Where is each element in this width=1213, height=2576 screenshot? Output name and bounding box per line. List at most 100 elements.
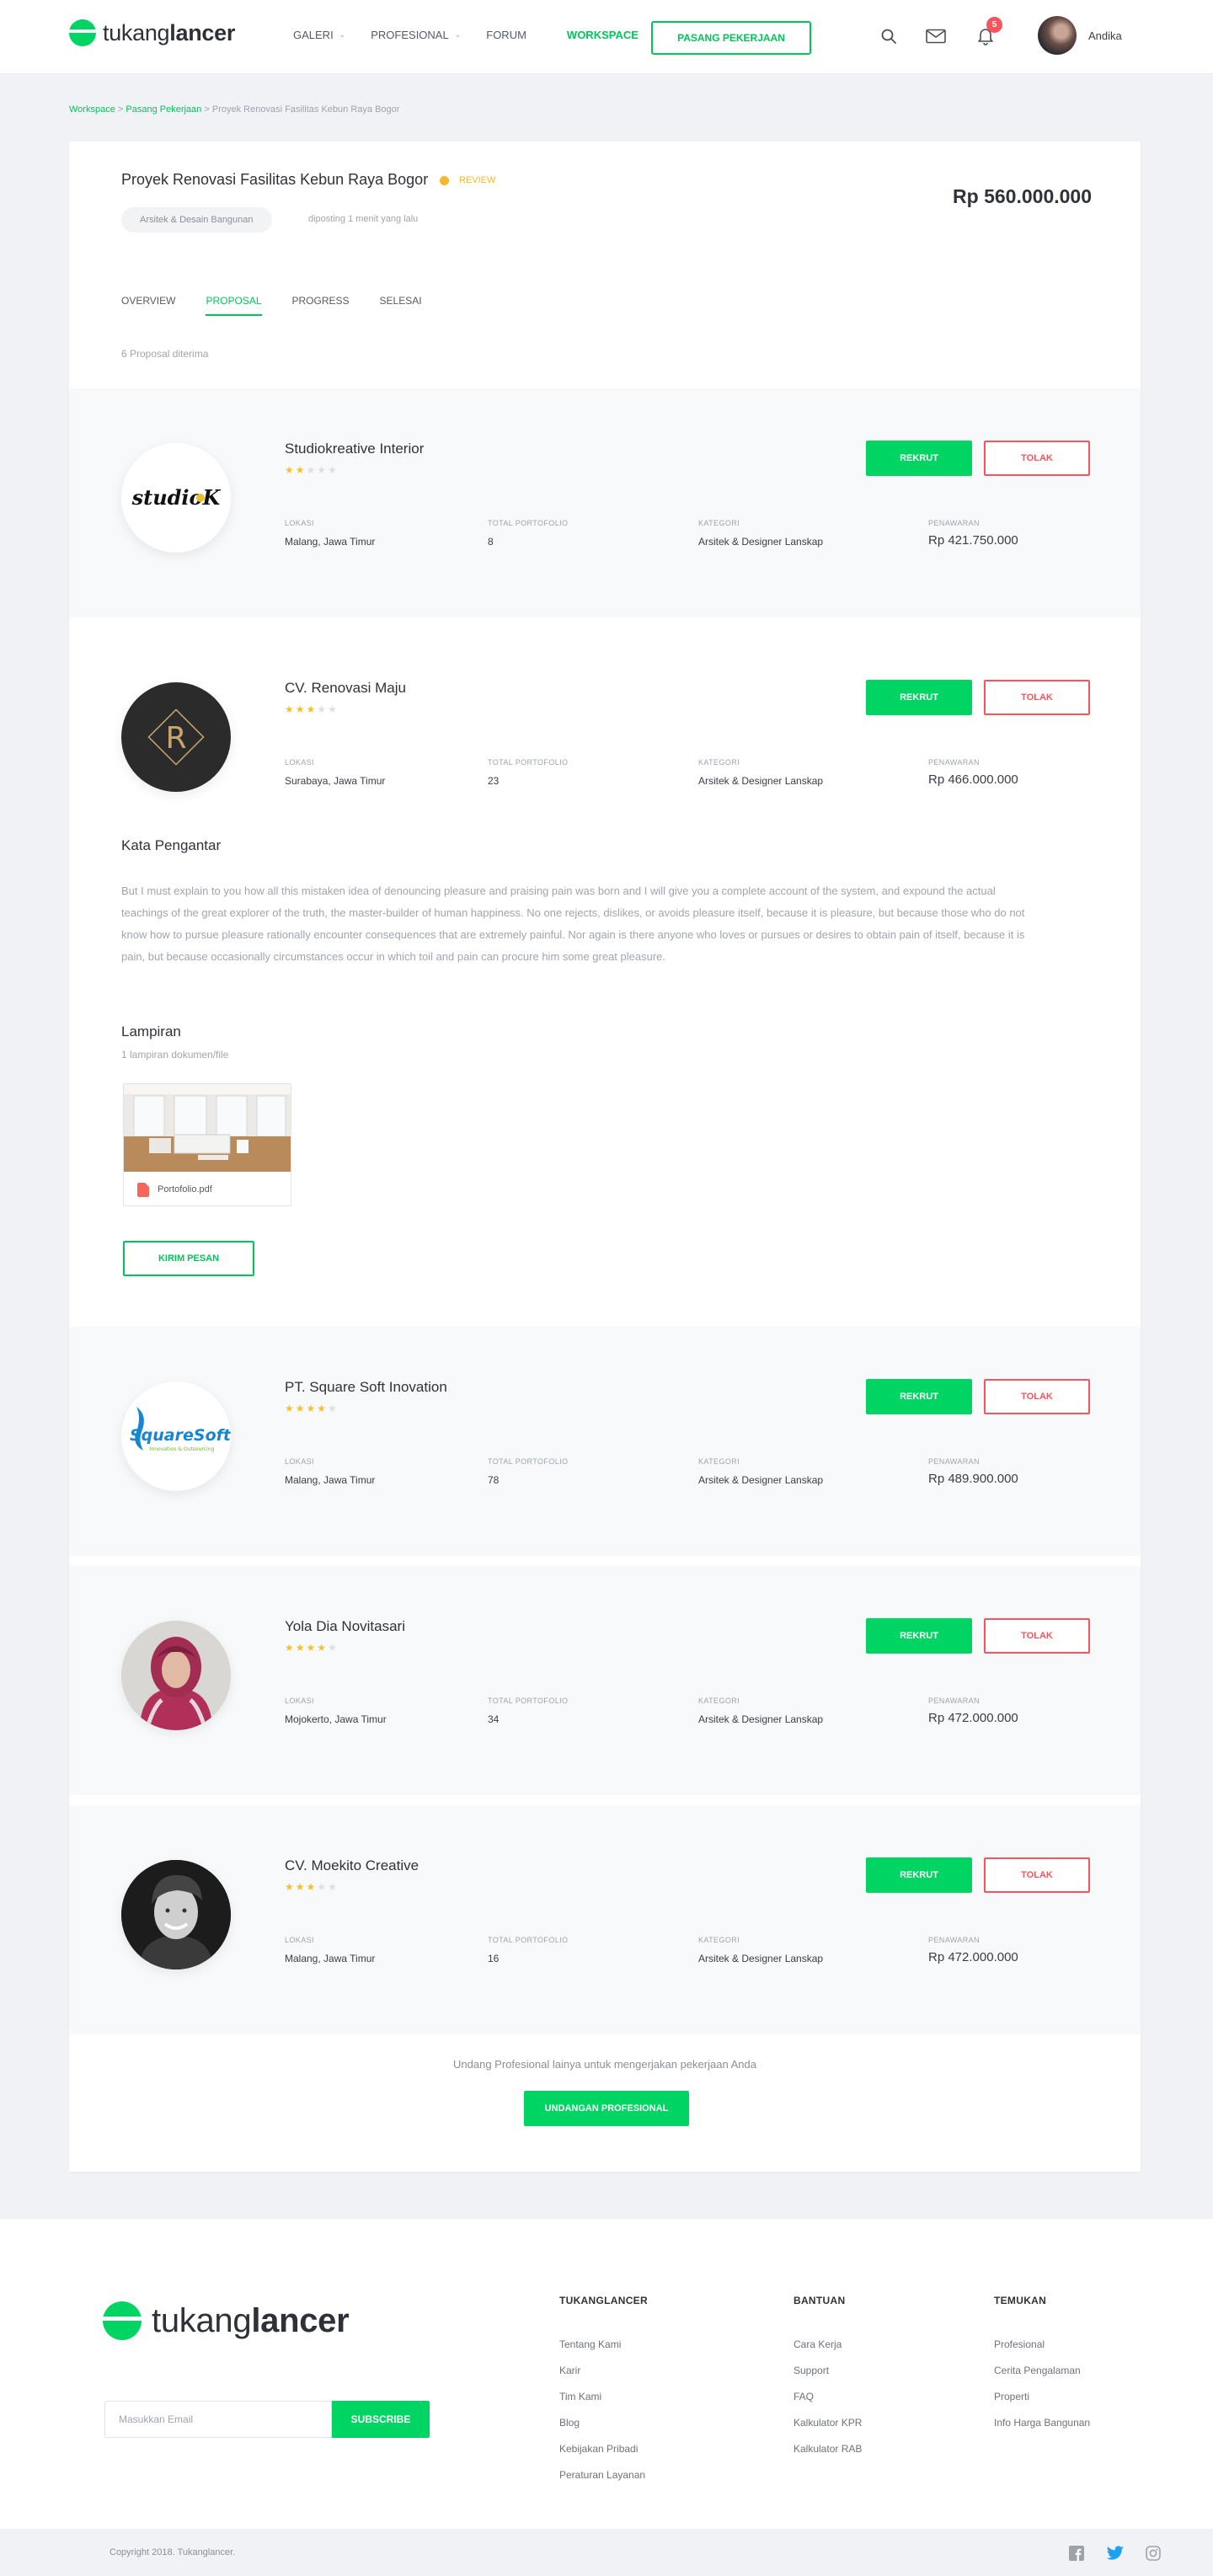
nav-forum[interactable]: FORUM [486, 29, 526, 41]
user-name[interactable]: Andika [1088, 29, 1122, 42]
attachment-count: 1 lampiran dokumen/file [121, 1049, 229, 1061]
proposal-name[interactable]: Studiokreative Interior [285, 441, 424, 457]
footer-column-title: BANTUAN [794, 2295, 846, 2306]
newsletter-email-input[interactable] [104, 2401, 332, 2438]
recruit-button[interactable]: REKRUT [866, 441, 972, 476]
tab-overview[interactable]: OVERVIEW [121, 295, 175, 316]
breadcrumb: Workspace > Pasang Pekerjaan > Proyek Re… [69, 104, 399, 115]
recruit-button[interactable]: REKRUT [866, 1379, 972, 1414]
logo[interactable]: tukanglancer [69, 19, 235, 46]
tab-selesai[interactable]: SELESAI [380, 295, 422, 316]
tab-proposal[interactable]: PROPOSAL [206, 295, 262, 316]
facebook-icon[interactable] [1067, 2544, 1086, 2563]
proposal-card: Yola Dia Novitasari ★★★★★ LOKASI Mojoker… [69, 1566, 1141, 1795]
footer-link[interactable]: Properti [994, 2391, 1090, 2402]
footer-link[interactable]: Cerita Pengalaman [994, 2365, 1090, 2376]
star-empty-icon: ★ [328, 464, 339, 476]
breadcrumb-workspace[interactable]: Workspace [69, 104, 115, 115]
proposal-name[interactable]: PT. Square Soft Inovation [285, 1379, 447, 1396]
renovasi-logo: R [121, 682, 231, 792]
recruit-button[interactable]: REKRUT [866, 1857, 972, 1893]
reject-button[interactable]: TOLAK [984, 1379, 1090, 1414]
offer-value: Rp 489.900.000 [928, 1472, 1018, 1486]
footer-link[interactable]: Kebijakan Pribadi [559, 2443, 648, 2455]
svg-text:R: R [165, 721, 186, 756]
status-label: REVIEW [459, 175, 496, 185]
category-value: Arsitek & Designer Lanskap [698, 536, 824, 548]
invite-professional-button[interactable]: UNDANGAN PROFESIONAL [524, 2091, 689, 2126]
chevron-down-icon: ⌄ [454, 30, 462, 39]
location-label: LOKASI [285, 1697, 314, 1705]
footer-column-temukan: TEMUKAN Profesional Cerita Pengalaman Pr… [994, 2295, 1090, 2443]
category-value: Arsitek & Designer Lanskap [698, 1953, 824, 1964]
search-icon[interactable] [876, 24, 901, 49]
attachment-file-card[interactable]: Portofolio.pdf [123, 1083, 291, 1206]
breadcrumb-pasang-pekerjaan[interactable]: Pasang Pekerjaan [126, 104, 201, 115]
location-value: Malang, Jawa Timur [285, 1474, 376, 1486]
footer-link[interactable]: Tim Kami [559, 2391, 648, 2402]
footer-link[interactable]: Peraturan Layanan [559, 2469, 648, 2481]
nav-galeri[interactable]: GALERI ⌄ [293, 29, 345, 41]
location-label: LOKASI [285, 1457, 314, 1466]
footer-link[interactable]: Kalkulator KPR [794, 2417, 862, 2429]
location-value: Malang, Jawa Timur [285, 536, 376, 548]
instagram-icon[interactable] [1144, 2544, 1162, 2563]
recruit-button[interactable]: REKRUT [866, 1618, 972, 1654]
offer-value: Rp 472.000.000 [928, 1950, 1018, 1964]
footer-link[interactable]: Blog [559, 2417, 648, 2429]
category-chip: Arsitek & Desain Bangunan [121, 207, 272, 232]
twitter-icon[interactable] [1106, 2544, 1125, 2563]
footer-link[interactable]: Tentang Kami [559, 2338, 648, 2350]
proposal-card: CV. Moekito Creative ★★★★★ LOKASI Malang… [69, 1805, 1141, 2034]
proposal-name[interactable]: CV. Moekito Creative [285, 1857, 419, 1874]
offer-value: Rp 472.000.000 [928, 1711, 1018, 1725]
portfolio-label: TOTAL PORTOFOLIO [488, 519, 569, 527]
status-badge: REVIEW [440, 175, 495, 185]
copyright-text: Copyright 2018. Tukanglancer. [110, 2547, 236, 2557]
proposal-card-expanded: R CV. Renovasi Maju ★★★★★ LOKASI Surabay… [69, 628, 1141, 1317]
nav-workspace[interactable]: WORKSPACE [567, 29, 639, 41]
footer-column-title: TUKANGLANCER [559, 2295, 648, 2306]
reject-button[interactable]: TOLAK [984, 680, 1090, 715]
send-message-button[interactable]: KIRIM PESAN [123, 1241, 254, 1276]
footer-link[interactable]: Info Harga Bangunan [994, 2417, 1090, 2429]
footer-logo[interactable]: tukanglancer [103, 2301, 350, 2340]
nav-profesional[interactable]: PROFESIONAL ⌄ [371, 29, 461, 41]
star-filled-icon: ★ [285, 1642, 296, 1654]
proposal-name[interactable]: Yola Dia Novitasari [285, 1618, 405, 1635]
posted-time: diposting 1 menit yang lalu [308, 214, 419, 224]
post-job-button[interactable]: PASANG PEKERJAAN [651, 21, 811, 55]
reject-button[interactable]: TOLAK [984, 1857, 1090, 1893]
top-header: tukanglancer GALERI ⌄ PROFESIONAL ⌄ FORUM … [0, 0, 1213, 74]
footer-link[interactable]: Cara Kerja [794, 2338, 862, 2350]
svg-text:studioK: studioK [131, 485, 222, 510]
category-label: KATEGORI [698, 519, 740, 527]
footer-link[interactable]: Profesional [994, 2338, 1090, 2350]
project-title: Proyek Renovasi Fasilitas Kebun Raya Bog… [121, 171, 429, 188]
star-empty-icon: ★ [328, 703, 339, 715]
chevron-down-icon: ⌄ [339, 30, 346, 39]
star-filled-icon: ★ [285, 703, 296, 715]
star-empty-icon: ★ [328, 1642, 339, 1654]
tab-progress[interactable]: PROGRESS [292, 295, 350, 316]
star-filled-icon: ★ [285, 464, 296, 476]
footer-link[interactable]: FAQ [794, 2391, 862, 2402]
recruit-button[interactable]: REKRUT [866, 680, 972, 715]
offer-value: Rp 421.750.000 [928, 533, 1018, 548]
footer-link[interactable]: Karir [559, 2365, 648, 2376]
reject-button[interactable]: TOLAK [984, 1618, 1090, 1654]
intro-title: Kata Pengantar [121, 837, 222, 853]
star-empty-icon: ★ [328, 1881, 339, 1893]
nav-galeri-label: GALERI [293, 29, 334, 41]
reject-button[interactable]: TOLAK [984, 441, 1090, 476]
footer-link[interactable]: Support [794, 2365, 862, 2376]
logo-mark-icon [103, 2301, 142, 2340]
footer-column-bantuan: BANTUAN Cara Kerja Support FAQ Kalkulato… [794, 2295, 862, 2469]
mail-icon[interactable] [923, 24, 948, 49]
subscribe-button[interactable]: SUBSCRIBE [332, 2401, 430, 2438]
user-avatar[interactable] [1038, 16, 1077, 55]
proposal-name[interactable]: CV. Renovasi Maju [285, 680, 406, 697]
footer-link[interactable]: Kalkulator RAB [794, 2443, 862, 2455]
star-filled-icon: ★ [306, 1642, 318, 1654]
location-value: Malang, Jawa Timur [285, 1953, 376, 1964]
